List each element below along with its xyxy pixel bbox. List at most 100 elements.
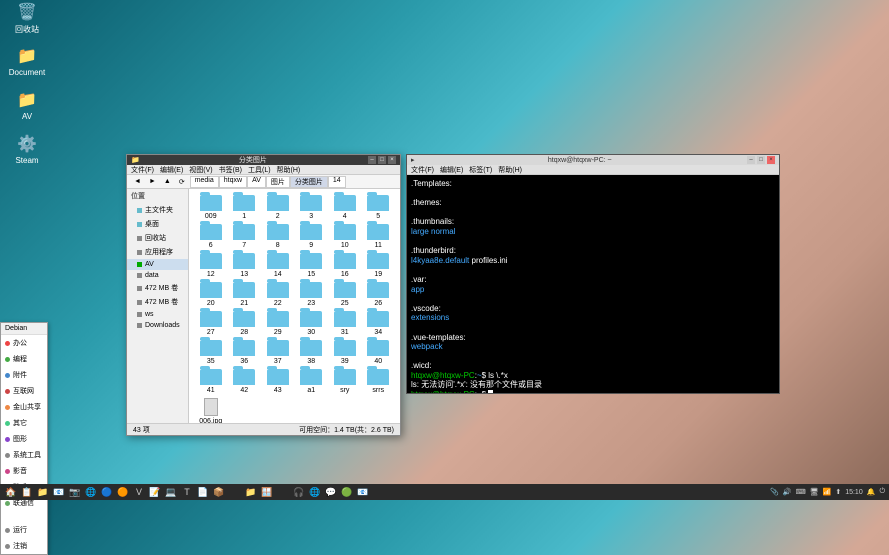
nav-button[interactable]: ▲ <box>161 178 174 186</box>
breadcrumb[interactable]: media <box>190 176 219 188</box>
breadcrumb[interactable]: 图片 <box>266 176 290 188</box>
sidebar-item[interactable]: 472 MB 卷 <box>127 281 188 295</box>
folder-item[interactable]: 40 <box>363 340 395 365</box>
sidebar-item[interactable]: 472 MB 卷 <box>127 295 188 309</box>
taskbar-app[interactable]: 🔵 <box>100 485 114 499</box>
close-button[interactable]: × <box>388 156 396 164</box>
folder-item[interactable]: 43 <box>262 369 294 394</box>
tray-item[interactable]: 🔔 <box>867 488 876 496</box>
folder-item[interactable]: 4 <box>329 195 361 220</box>
folder-item[interactable]: 21 <box>229 282 261 307</box>
folder-item[interactable]: 6 <box>195 224 227 249</box>
taskbar-app[interactable]: 💬 <box>324 485 338 499</box>
folder-item[interactable]: 1 <box>229 195 261 220</box>
app-menu-item[interactable]: 互联网 <box>1 383 47 399</box>
folder-item[interactable]: 38 <box>296 340 328 365</box>
folder-item[interactable]: 11 <box>363 224 395 249</box>
folder-item[interactable]: 15 <box>296 253 328 278</box>
sidebar-item[interactable]: 主文件夹 <box>127 203 188 217</box>
folder-item[interactable]: 29 <box>262 311 294 336</box>
breadcrumb[interactable]: 分类图片 <box>290 176 328 188</box>
menu-item[interactable]: 帮助(H) <box>277 165 301 175</box>
folder-item[interactable]: 35 <box>195 340 227 365</box>
folder-item[interactable]: sry <box>329 369 361 394</box>
breadcrumb[interactable]: htqxw <box>219 176 247 188</box>
app-menu-item[interactable] <box>1 511 47 522</box>
taskbar-app[interactable]: 🌐 <box>308 485 322 499</box>
tray-item[interactable]: ⬆ <box>835 488 841 496</box>
taskbar-app[interactable]: 🪟 <box>260 485 274 499</box>
menu-item[interactable]: 标签(T) <box>469 165 492 175</box>
menu-item[interactable]: 文件(F) <box>131 165 154 175</box>
app-menu-item[interactable]: 系统工具 <box>1 447 47 463</box>
taskbar-app[interactable]: 🟠 <box>116 485 130 499</box>
taskbar-app[interactable]: 📧 <box>52 485 66 499</box>
folder-item[interactable]: 8 <box>262 224 294 249</box>
folder-item[interactable]: 28 <box>229 311 261 336</box>
menu-item[interactable]: 编辑(E) <box>440 165 463 175</box>
folder-item[interactable]: 37 <box>262 340 294 365</box>
app-menu-item[interactable]: 注销 <box>1 538 47 554</box>
taskbar-app[interactable]: 📷 <box>68 485 82 499</box>
taskbar-app[interactable]: 📧 <box>356 485 370 499</box>
sidebar-item[interactable]: 桌面 <box>127 217 188 231</box>
folder-item[interactable]: 41 <box>195 369 227 394</box>
folder-item[interactable]: 12 <box>195 253 227 278</box>
desktop-icon-AV[interactable]: 📁AV <box>4 90 50 121</box>
nav-button[interactable]: ► <box>146 178 159 186</box>
folder-item[interactable]: 9 <box>296 224 328 249</box>
folder-item[interactable]: 10 <box>329 224 361 249</box>
terminal-content[interactable]: .Templates: .themes: .thumbnails:large n… <box>407 175 779 393</box>
tray-item[interactable]: ⏻ <box>879 488 885 496</box>
folder-item[interactable]: 19 <box>363 253 395 278</box>
app-menu-item[interactable]: 编程 <box>1 351 47 367</box>
tray-item[interactable]: ⌨ <box>796 488 806 496</box>
folder-item[interactable]: 5 <box>363 195 395 220</box>
term-maximize-button[interactable]: □ <box>757 156 765 164</box>
term-minimize-button[interactable]: – <box>747 156 755 164</box>
taskbar-app[interactable]: 🏠 <box>4 485 18 499</box>
folder-item[interactable]: 22 <box>262 282 294 307</box>
folder-item[interactable]: 26 <box>363 282 395 307</box>
folder-item[interactable]: 2 <box>262 195 294 220</box>
app-menu-item[interactable]: 金山共享 <box>1 399 47 415</box>
sidebar-item[interactable]: Downloads <box>127 320 188 331</box>
folder-item[interactable]: 20 <box>195 282 227 307</box>
breadcrumb[interactable]: 14 <box>328 176 346 188</box>
menu-item[interactable]: 视图(V) <box>189 165 212 175</box>
folder-item[interactable]: 31 <box>329 311 361 336</box>
taskbar-app[interactable] <box>276 485 290 499</box>
taskbar-app[interactable]: 📦 <box>212 485 226 499</box>
taskbar-app[interactable]: T <box>180 485 194 499</box>
folder-item[interactable]: 27 <box>195 311 227 336</box>
menu-item[interactable]: 帮助(H) <box>498 165 522 175</box>
sidebar-item[interactable]: 回收站 <box>127 231 188 245</box>
taskbar-app[interactable]: 📄 <box>196 485 210 499</box>
file-item[interactable]: 006.jpg <box>195 398 227 423</box>
fm-titlebar[interactable]: 📁 分类图片 – □ × <box>127 155 400 165</box>
folder-item[interactable]: 25 <box>329 282 361 307</box>
folder-item[interactable]: srrs <box>363 369 395 394</box>
taskbar-app[interactable] <box>228 485 242 499</box>
taskbar-app[interactable]: 🟢 <box>340 485 354 499</box>
menu-item[interactable]: 书签(B) <box>219 165 242 175</box>
menu-item[interactable]: 工具(L) <box>248 165 271 175</box>
folder-item[interactable]: 42 <box>229 369 261 394</box>
folder-item[interactable]: 3 <box>296 195 328 220</box>
tray-item[interactable]: 15:10 <box>845 489 863 496</box>
app-menu-item[interactable]: 其它 <box>1 415 47 431</box>
taskbar-app[interactable]: 📝 <box>148 485 162 499</box>
tray-item[interactable]: 📶 <box>823 488 832 496</box>
sidebar-item[interactable]: ws <box>127 309 188 320</box>
desktop-icon-回收站[interactable]: 🗑️回收站 <box>4 2 50 35</box>
folder-item[interactable]: 39 <box>329 340 361 365</box>
taskbar-app[interactable]: V <box>132 485 146 499</box>
desktop-icon-Steam[interactable]: ⚙️Steam <box>4 134 50 165</box>
app-menu-item[interactable]: 图形 <box>1 431 47 447</box>
folder-item[interactable]: 16 <box>329 253 361 278</box>
menu-item[interactable]: 编辑(E) <box>160 165 183 175</box>
term-titlebar[interactable]: ▸ htqxw@htqxw-PC: ~ – □ × <box>407 155 779 165</box>
taskbar-app[interactable]: 📁 <box>244 485 258 499</box>
minimize-button[interactable]: – <box>368 156 376 164</box>
taskbar-app[interactable]: 🌐 <box>84 485 98 499</box>
